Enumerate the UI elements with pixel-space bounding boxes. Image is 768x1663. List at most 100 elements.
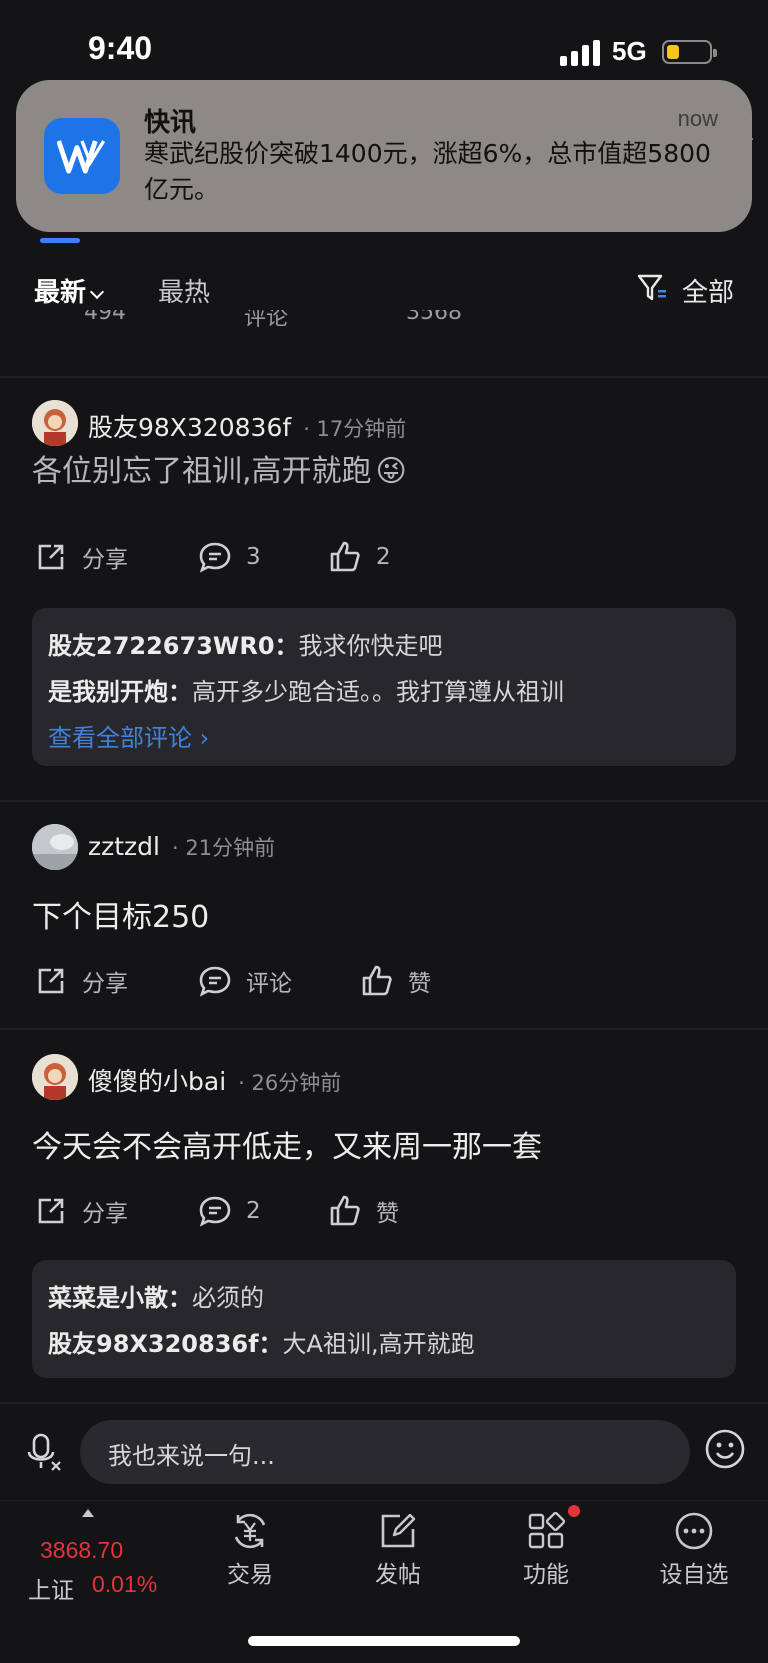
comment-text: 高开多少跑合适。。我打算遵从祖训 bbox=[192, 678, 564, 706]
prev-like-count[interactable]: 3568 bbox=[406, 310, 462, 325]
avatar[interactable] bbox=[32, 400, 78, 446]
status-bar: 9:40 5G bbox=[0, 0, 768, 90]
index-value: 3868.70 bbox=[40, 1537, 124, 1563]
previous-post-actions: 494 评论 3568 bbox=[0, 310, 768, 346]
emoji-icon[interactable] bbox=[704, 1428, 746, 1470]
like-button[interactable]: 赞 bbox=[360, 964, 431, 998]
comment-line: 股友2722673WR0：我求你快走吧 bbox=[48, 626, 443, 661]
edit-icon bbox=[381, 1513, 416, 1548]
post-time: · 21分钟前 bbox=[172, 836, 276, 860]
comment-icon bbox=[199, 966, 231, 997]
post-actions: 分享 3 2 bbox=[0, 540, 768, 580]
tab-functions-label: 功能 bbox=[523, 1562, 569, 1588]
sort-hot-tab[interactable]: 最热 bbox=[158, 272, 210, 309]
divider bbox=[0, 1028, 768, 1030]
avatar[interactable] bbox=[32, 824, 78, 870]
comment-author[interactable]: 是我别开炮： bbox=[48, 678, 192, 706]
comment-author[interactable]: 股友98X320836f： bbox=[48, 1330, 283, 1358]
comment-icon bbox=[199, 542, 231, 573]
post-card: zztzdl · 21分钟前 下个目标250 分享 评论 赞 bbox=[0, 824, 768, 1004]
post-card: 股友98X320836f · 17分钟前 各位别忘了祖训,高开就跑 😜 分享 3 2… bbox=[0, 400, 768, 780]
index-name: 上证 bbox=[28, 1578, 74, 1604]
like-button[interactable]: 赞 bbox=[328, 1194, 399, 1228]
comment-count: 3 bbox=[246, 544, 261, 570]
tab-trade-label: 交易 bbox=[227, 1562, 273, 1588]
prev-share-count[interactable]: 494 bbox=[84, 310, 126, 325]
comment-text: 大A祖训,高开就跑 bbox=[282, 1330, 475, 1358]
yuan-exchange-icon bbox=[234, 1513, 266, 1549]
share-icon bbox=[38, 1198, 64, 1224]
share-label: 分享 bbox=[82, 1201, 128, 1227]
notification-dot bbox=[568, 1505, 580, 1517]
notification-time: now bbox=[677, 106, 718, 131]
share-label: 分享 bbox=[82, 547, 128, 573]
avatar-image bbox=[32, 400, 78, 446]
like-label: 赞 bbox=[376, 1201, 399, 1227]
thumbs-up-icon bbox=[330, 1195, 360, 1226]
divider bbox=[0, 800, 768, 802]
tab-watchlist-label: 设自选 bbox=[659, 1562, 729, 1588]
post-content[interactable]: 下个目标250 bbox=[32, 892, 209, 936]
sort-latest-tab[interactable]: 最新 bbox=[34, 272, 105, 309]
avatar-image bbox=[32, 824, 78, 870]
comment-icon bbox=[199, 1196, 231, 1227]
filter-icon[interactable] bbox=[636, 272, 668, 304]
notification-title: 快讯 bbox=[144, 108, 197, 138]
comments-preview[interactable]: 菜菜是小散：必须的 股友98X320836f：大A祖训,高开就跑 bbox=[32, 1260, 736, 1378]
post-author[interactable]: 傻傻的小bai · 26分钟前 bbox=[88, 1062, 341, 1098]
post-time: · 26分钟前 bbox=[238, 1071, 342, 1095]
divider bbox=[0, 376, 768, 378]
notification-body: 寒武纪股价突破1400元，涨超6%，总市值超5800亿元。 bbox=[144, 139, 711, 204]
push-notification[interactable]: 快讯 now 寒武纪股价突破1400元，涨超6%，总市值超5800亿元。 bbox=[16, 80, 752, 232]
comment-author[interactable]: 菜菜是小散： bbox=[48, 1284, 192, 1312]
share-button[interactable]: 分享 bbox=[34, 540, 128, 574]
up-arrow-icon bbox=[82, 1509, 94, 1517]
post-actions: 分享 评论 赞 bbox=[0, 964, 768, 1004]
comment-button[interactable]: 2 bbox=[198, 1194, 261, 1228]
comment-input-placeholder: 我也来说一句... bbox=[108, 1442, 275, 1470]
prev-comment-label[interactable]: 评论 bbox=[244, 310, 288, 332]
status-time: 9:40 bbox=[88, 30, 153, 66]
comment-button[interactable]: 3 bbox=[198, 540, 261, 574]
tab-functions[interactable]: 功能 bbox=[486, 1511, 606, 1589]
avatar-image bbox=[32, 1054, 78, 1100]
home-indicator[interactable] bbox=[248, 1636, 520, 1646]
like-button[interactable]: 2 bbox=[328, 540, 391, 574]
grid-apps-icon bbox=[528, 1511, 566, 1549]
tab-trade[interactable]: 交易 bbox=[190, 1511, 310, 1589]
view-all-comments-link[interactable]: 查看全部评论 › bbox=[48, 718, 209, 753]
w-logo-icon bbox=[57, 140, 106, 174]
more-circle-icon bbox=[675, 1512, 713, 1550]
chevron-down-icon bbox=[89, 284, 105, 300]
comment-label: 评论 bbox=[246, 971, 292, 997]
share-button[interactable]: 分享 bbox=[34, 964, 128, 998]
tab-watchlist[interactable]: 设自选 bbox=[634, 1511, 754, 1589]
voice-input-icon[interactable] bbox=[24, 1432, 64, 1472]
comments-preview[interactable]: 股友2722673WR0：我求你快走吧 是我别开炮：高开多少跑合适。。我打算遵从… bbox=[32, 608, 736, 766]
username-label: 股友98X320836f bbox=[88, 413, 292, 442]
comment-button[interactable]: 评论 bbox=[198, 964, 292, 998]
share-label: 分享 bbox=[82, 971, 128, 997]
comment-line: 股友98X320836f：大A祖训,高开就跑 bbox=[48, 1324, 475, 1359]
comment-input-bar: 我也来说一句... bbox=[0, 1404, 768, 1500]
comment-input[interactable]: 我也来说一句... bbox=[80, 1420, 690, 1484]
post-content[interactable]: 各位别忘了祖训,高开就跑 😜 bbox=[32, 446, 407, 490]
post-card: 傻傻的小bai · 26分钟前 今天会不会高开低走，又来周一那一套 分享 2 赞 … bbox=[0, 1054, 768, 1384]
avatar[interactable] bbox=[32, 1054, 78, 1100]
post-text: 各位别忘了祖训,高开就跑 bbox=[32, 454, 372, 489]
sort-latest-label: 最新 bbox=[34, 278, 87, 308]
username-label: zztzdl bbox=[88, 832, 160, 861]
comment-author[interactable]: 股友2722673WR0： bbox=[48, 632, 299, 660]
filter-all-button[interactable]: 全部 bbox=[682, 272, 734, 309]
comment-text: 必须的 bbox=[192, 1284, 264, 1312]
index-change: 0.01% bbox=[92, 1571, 158, 1597]
post-author[interactable]: 股友98X320836f · 17分钟前 bbox=[88, 408, 406, 444]
post-author[interactable]: zztzdl · 21分钟前 bbox=[88, 832, 275, 862]
post-time: · 17分钟前 bbox=[303, 417, 407, 441]
like-label: 赞 bbox=[408, 971, 431, 997]
post-content[interactable]: 今天会不会高开低走，又来周一那一套 bbox=[32, 1122, 542, 1166]
share-icon bbox=[38, 544, 64, 570]
network-label: 5G bbox=[612, 36, 647, 66]
tab-post[interactable]: 发帖 bbox=[338, 1511, 458, 1589]
share-button[interactable]: 分享 bbox=[34, 1194, 128, 1228]
